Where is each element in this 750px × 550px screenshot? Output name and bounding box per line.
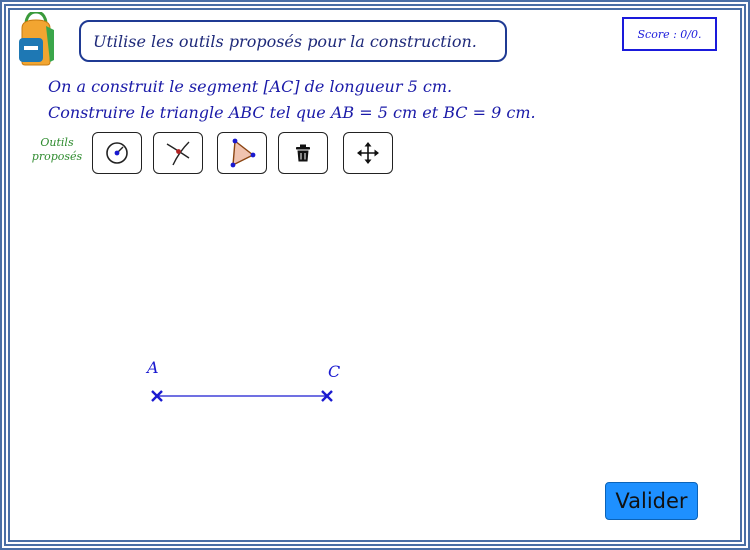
compass-circle-icon [106,142,128,164]
statement-line-2: Construire le triangle ABC tel que AB = … [48,103,536,122]
move-icon [357,142,379,164]
validate-button[interactable]: Valider [605,482,698,520]
polygon-icon [230,138,256,168]
tools-label-line-2: proposés [31,150,83,163]
point-a-label: A [147,358,159,377]
instruction-text: Utilise les outils proposés pour la cons… [93,31,477,51]
score-text: Score : 0/0. [637,27,702,41]
delete-tool-button[interactable] [278,132,328,174]
compass-tool-button[interactable] [92,132,142,174]
tools-label: Outils proposés [28,136,86,164]
tools-label-line-1: Outils [40,136,74,149]
move-tool-button[interactable] [343,132,393,174]
polygon-tool-button[interactable] [217,132,267,174]
statement-line-1: On a construit le segment [AC] de longue… [48,77,453,96]
intersection-tool-button[interactable] [153,132,203,174]
score-box: Score : 0/0. [622,17,717,51]
trash-icon [296,144,310,162]
backpack-icon [19,12,54,66]
point-c-label: C [328,362,341,381]
intersection-icon [166,141,190,166]
instruction-box: Utilise les outils proposés pour la cons… [79,20,507,62]
